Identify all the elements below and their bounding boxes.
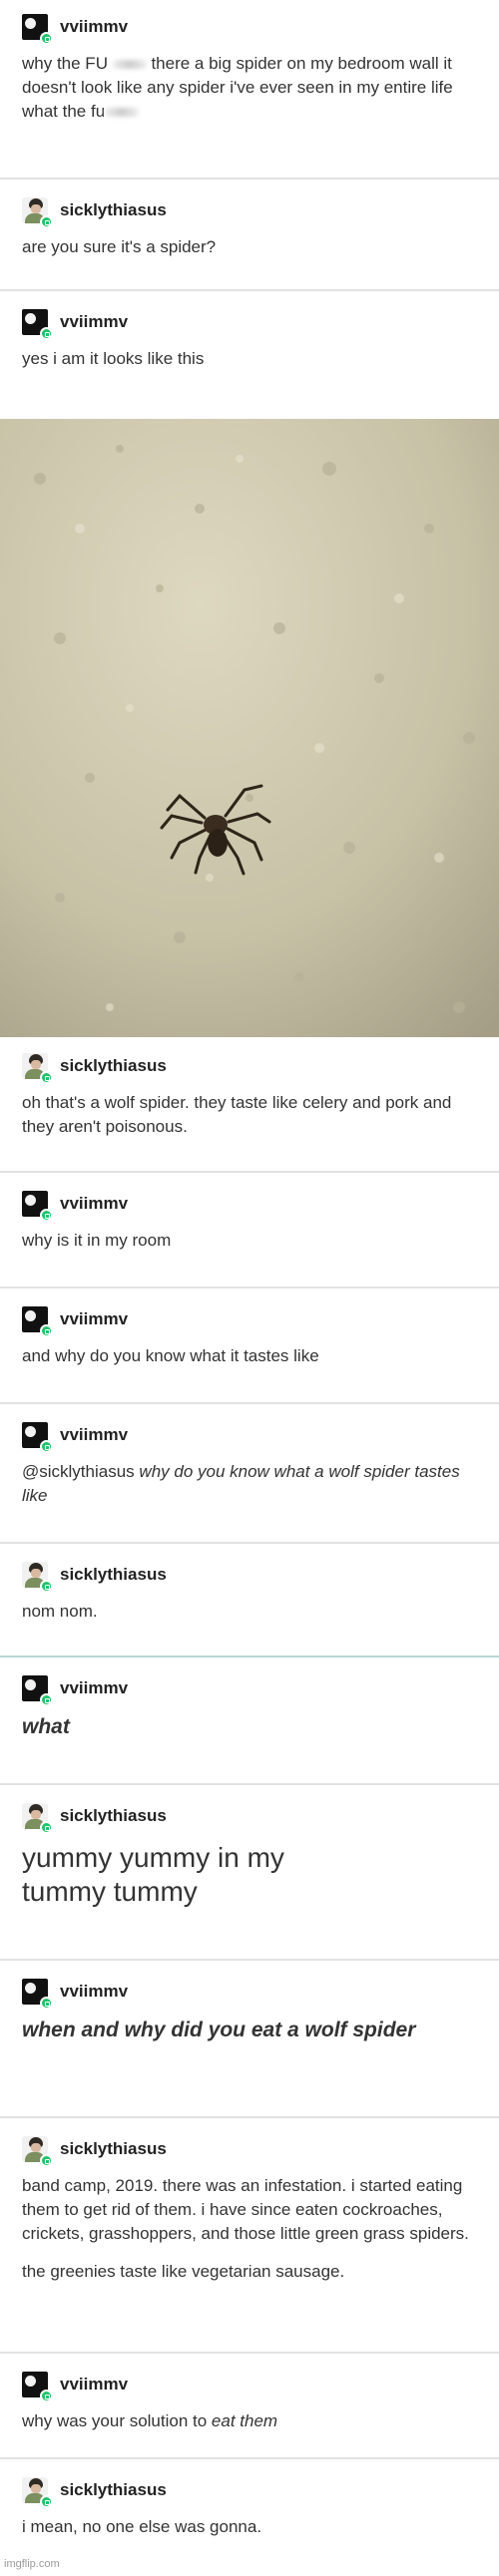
post-text: i mean, no one else was gonna. — [22, 2517, 262, 2536]
post-vviimmv-6: vviimmv what — [0, 1656, 499, 1741]
post-vviimmv-2: vviimmv yes i am it looks like this — [0, 289, 499, 371]
follow-badge-icon — [40, 1580, 53, 1593]
follow-badge-icon — [40, 1071, 53, 1084]
username[interactable]: sicklythiasus — [60, 1806, 167, 1826]
follow-badge-icon — [40, 1209, 53, 1222]
follow-badge-icon — [40, 1693, 53, 1706]
post-sicklythiasus-4: sicklythiasus yummy yummy in my tummy tu… — [0, 1783, 499, 1909]
post-text: why the FU there a big spider on my bedr… — [22, 54, 453, 121]
avatar-vviimmv[interactable] — [22, 1675, 53, 1706]
follow-badge-icon — [40, 32, 53, 45]
avatar-vviimmv[interactable] — [22, 1422, 53, 1453]
username[interactable]: sicklythiasus — [60, 1056, 167, 1076]
username[interactable]: vviimmv — [60, 17, 128, 37]
username[interactable]: sicklythiasus — [60, 2480, 167, 2500]
username[interactable]: vviimmv — [60, 1425, 128, 1445]
username[interactable]: vviimmv — [60, 1309, 128, 1329]
post-text-2: the greenies taste like vegetarian sausa… — [22, 2262, 345, 2281]
follow-badge-icon — [40, 1997, 53, 2010]
avatar-sicklythiasus[interactable] — [22, 2477, 53, 2508]
follow-badge-icon — [40, 1324, 53, 1337]
avatar-vviimmv[interactable] — [22, 1306, 53, 1337]
post-sicklythiasus-3: sicklythiasus nom nom. — [0, 1542, 499, 1624]
avatar-vviimmv[interactable] — [22, 1979, 53, 2010]
post-text: why is it in my room — [22, 1231, 172, 1250]
post-sicklythiasus-5: sicklythiasus band camp, 2019. there was… — [0, 2116, 499, 2284]
follow-badge-icon — [40, 215, 53, 228]
post-vviimmv-8: vviimmv why was your solution to eat the… — [0, 2352, 499, 2433]
follow-badge-icon — [40, 2390, 53, 2402]
follow-badge-icon — [40, 1440, 53, 1453]
avatar-vviimmv[interactable] — [22, 309, 53, 340]
post-vviimmv-3: vviimmv why is it in my room — [0, 1171, 499, 1253]
avatar-vviimmv[interactable] — [22, 1191, 53, 1222]
avatar-sicklythiasus[interactable] — [22, 2136, 53, 2167]
post-vviimmv-7: vviimmv when and why did you eat a wolf … — [0, 1959, 499, 2044]
post-text: @sicklythiasus why do you know what a wo… — [22, 1462, 460, 1505]
post-text: what — [22, 1715, 70, 1738]
post-sicklythiasus-2: sicklythiasus oh that's a wolf spider. t… — [0, 1047, 499, 1139]
username[interactable]: sicklythiasus — [60, 1565, 167, 1585]
avatar-vviimmv[interactable] — [22, 14, 53, 45]
post-text: nom nom. — [22, 1602, 98, 1621]
follow-badge-icon — [40, 2154, 53, 2167]
avatar-sicklythiasus[interactable] — [22, 197, 53, 228]
post-text: oh that's a wolf spider. they taste like… — [22, 1093, 452, 1136]
avatar-sicklythiasus[interactable] — [22, 1053, 53, 1084]
username[interactable]: vviimmv — [60, 1194, 128, 1214]
censored-blur — [105, 108, 140, 118]
spider-photo — [0, 419, 499, 1037]
post-sicklythiasus-1: sicklythiasus are you sure it's a spider… — [0, 178, 499, 259]
username[interactable]: vviimmv — [60, 1678, 128, 1698]
avatar-sicklythiasus[interactable] — [22, 1803, 53, 1834]
censored-blur — [112, 60, 147, 70]
mention-link[interactable]: @sicklythiasus — [22, 1462, 135, 1481]
post-vviimmv-5: vviimmv @sicklythiasus why do you know w… — [0, 1402, 499, 1508]
username[interactable]: vviimmv — [60, 1982, 128, 2002]
post-text: when and why did you eat a wolf spider — [22, 2019, 416, 2041]
spider-image — [0, 419, 499, 1037]
post-text: yummy yummy in my tummy tummy — [22, 1842, 284, 1907]
post-vviimmv-4: vviimmv and why do you know what it tast… — [0, 1287, 499, 1368]
follow-badge-icon — [40, 327, 53, 340]
post-vviimmv-1: vviimmv why the FU there a big spider on… — [0, 8, 499, 124]
username[interactable]: sicklythiasus — [60, 2139, 167, 2159]
avatar-sicklythiasus[interactable] — [22, 1562, 53, 1593]
post-sicklythiasus-6: sicklythiasus i mean, no one else was go… — [0, 2457, 499, 2539]
username[interactable]: sicklythiasus — [60, 200, 167, 220]
post-text: band camp, 2019. there was an infestatio… — [22, 2176, 469, 2243]
post-text: and why do you know what it tastes like — [22, 1346, 319, 1365]
follow-badge-icon — [40, 1821, 53, 1834]
avatar-vviimmv[interactable] — [22, 2372, 53, 2402]
follow-badge-icon — [40, 2495, 53, 2508]
post-text: yes i am it looks like this — [22, 349, 205, 368]
post-text: are you sure it's a spider? — [22, 237, 217, 256]
watermark: imgflip.com — [4, 2558, 60, 2570]
username[interactable]: vviimmv — [60, 312, 128, 332]
tumblr-thread: vviimmv why the FU there a big spider on… — [0, 0, 499, 2576]
post-text: why was your solution to eat them — [22, 2411, 278, 2430]
username[interactable]: vviimmv — [60, 2375, 128, 2394]
